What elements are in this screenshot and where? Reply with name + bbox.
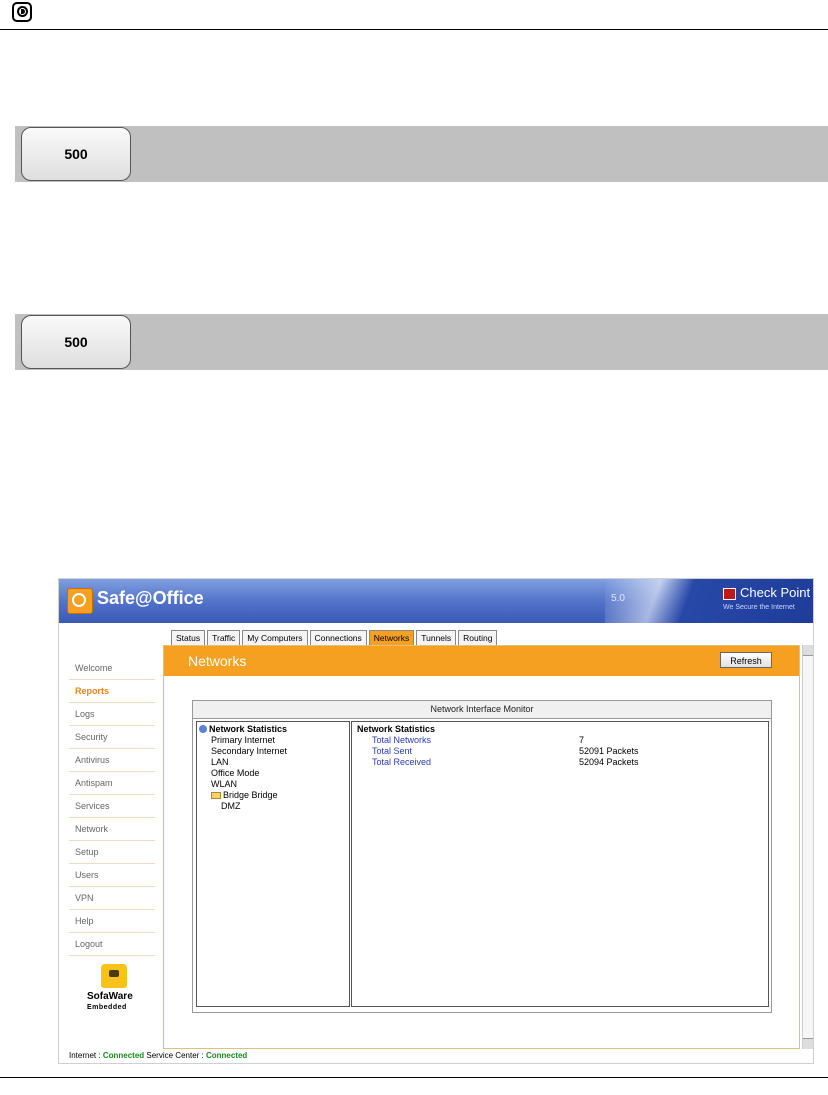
app-screenshot: Safe@Office 5.0 Check Point We Secure th…	[58, 578, 814, 1064]
scroll-down-icon[interactable]	[803, 1038, 813, 1049]
detail-value: 52091 Packets	[579, 746, 639, 756]
tab-traffic[interactable]: Traffic	[207, 630, 241, 646]
version-label: 5.0	[611, 593, 625, 604]
brand-name: Safe@Office	[97, 588, 204, 608]
detail-row: Total Received 52094 Packets	[357, 757, 768, 768]
tab-tunnels[interactable]: Tunnels	[416, 630, 457, 646]
tree-root[interactable]: Network Statistics	[199, 724, 349, 735]
tab-networks[interactable]: Networks	[368, 630, 415, 646]
vendor-name: Check Point	[740, 585, 811, 600]
contrast-icon	[12, 2, 32, 22]
check-point-logo-icon	[723, 588, 736, 600]
model-badge: 500	[21, 127, 131, 181]
internet-status-label: Internet :	[69, 1051, 101, 1060]
monitor-title: Network Interface Monitor	[193, 701, 771, 719]
sidebar-item-welcome[interactable]: Welcome	[69, 657, 155, 680]
detail-label: Total Received	[372, 757, 432, 767]
sidebar-item-services[interactable]: Services	[69, 795, 155, 818]
page-title: Networks	[188, 653, 247, 669]
tree-item-primary-internet[interactable]: Primary Internet	[199, 735, 349, 746]
folder-icon	[211, 792, 221, 799]
tree-item-dmz[interactable]: DMZ	[199, 801, 349, 812]
tab-connections[interactable]: Connections	[309, 630, 367, 646]
page-header: Networks Refresh	[164, 646, 799, 676]
tab-my-computers[interactable]: My Computers	[242, 630, 308, 646]
sidebar-item-security[interactable]: Security	[69, 726, 155, 749]
sofaware-logo-tag: Embedded	[87, 1004, 127, 1011]
sidebar-item-reports[interactable]: Reports	[69, 680, 155, 703]
network-tree: Network Statistics Primary Internet Seco…	[196, 721, 350, 1007]
sidebar-item-users[interactable]: Users	[69, 864, 155, 887]
vendor-tagline: We Secure the Internet	[723, 604, 795, 611]
scroll-up-icon[interactable]	[803, 645, 813, 656]
detail-label: Total Networks	[372, 735, 432, 745]
network-interface-monitor: Network Interface Monitor Network Statis…	[192, 700, 772, 1013]
tree-root-label: Network Statistics	[209, 724, 288, 734]
tree-item-bridge[interactable]: Bridge Bridge	[199, 790, 349, 801]
sofaware-logo-icon	[101, 964, 127, 988]
sofaware-logo-name: SofaWare	[87, 991, 133, 1002]
connection-status-bar: Internet : Connected Service Center : Co…	[69, 1051, 247, 1060]
refresh-button[interactable]: Refresh	[720, 652, 772, 668]
detail-title: Network Statistics	[357, 724, 436, 734]
model-bar: 500	[15, 314, 828, 370]
detail-label: Total Sent	[372, 746, 413, 756]
service-center-value: Connected	[205, 1051, 248, 1060]
tab-status[interactable]: Status	[171, 630, 206, 646]
sidebar-item-antispam[interactable]: Antispam	[69, 772, 155, 795]
network-icon	[199, 725, 207, 733]
sidebar-item-logout[interactable]: Logout	[69, 933, 155, 956]
tree-item-wlan[interactable]: WLAN	[199, 779, 349, 790]
detail-value: 7	[579, 735, 585, 745]
sidebar-item-setup[interactable]: Setup	[69, 841, 155, 864]
model-badge: 500	[21, 315, 131, 369]
detail-row: Total Networks 7	[357, 735, 768, 746]
internet-status-value: Connected	[102, 1051, 145, 1060]
safe-office-logo-icon	[67, 588, 93, 614]
vertical-scrollbar[interactable]	[802, 645, 813, 1049]
model-bar: 500	[15, 126, 828, 182]
header-rule	[0, 29, 828, 30]
tab-bar: Status Traffic My Computers Connections …	[171, 630, 499, 646]
statistics-detail: Network Statistics Total Networks 7 Tota…	[351, 721, 769, 1007]
sidebar-item-vpn[interactable]: VPN	[69, 887, 155, 910]
sidebar: Welcome Reports Logs Security Antivirus …	[69, 657, 155, 956]
tree-item-secondary-internet[interactable]: Secondary Internet	[199, 746, 349, 757]
content-panel: Networks Refresh Network Interface Monit…	[163, 645, 800, 1049]
tree-item-bridge-label: Bridge Bridge	[223, 790, 278, 800]
sidebar-item-help[interactable]: Help	[69, 910, 155, 933]
footer-rule	[0, 1077, 828, 1078]
detail-value: 52094 Packets	[579, 757, 639, 767]
tree-item-lan[interactable]: LAN	[199, 757, 349, 768]
sidebar-item-network[interactable]: Network	[69, 818, 155, 841]
sidebar-item-logs[interactable]: Logs	[69, 703, 155, 726]
sidebar-item-antivirus[interactable]: Antivirus	[69, 749, 155, 772]
app-header: Safe@Office 5.0 Check Point We Secure th…	[59, 579, 813, 623]
tab-routing[interactable]: Routing	[458, 630, 498, 646]
detail-row: Total Sent 52091 Packets	[357, 746, 768, 757]
service-center-label: Service Center :	[146, 1051, 204, 1060]
tree-item-office-mode[interactable]: Office Mode	[199, 768, 349, 779]
